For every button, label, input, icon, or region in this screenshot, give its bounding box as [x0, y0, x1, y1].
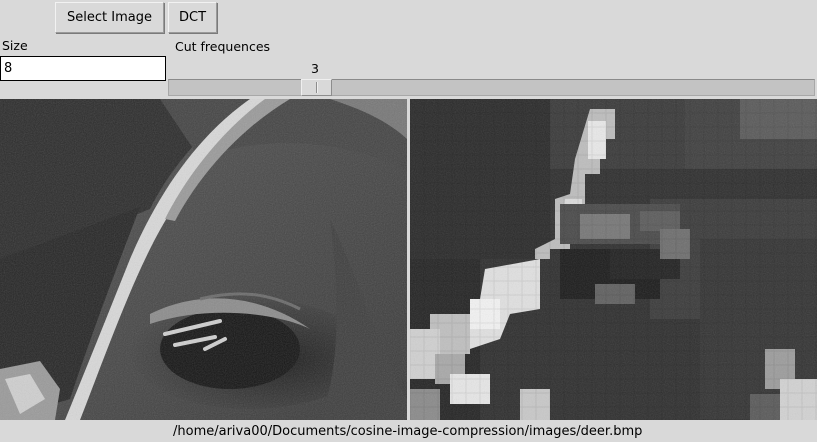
file-path-status: /home/ariva00/Documents/cosine-image-com…: [170, 422, 646, 442]
slider-handle[interactable]: [301, 79, 332, 96]
size-label: Size: [2, 38, 28, 53]
size-input[interactable]: [0, 56, 166, 81]
dct-button[interactable]: DCT: [168, 2, 217, 33]
dct-compressed-image: [410, 99, 817, 420]
cut-frequences-label: Cut frequences: [175, 39, 271, 54]
cut-frequences-slider[interactable]: [168, 79, 815, 96]
cut-frequences-value: 3: [311, 61, 319, 76]
select-image-button[interactable]: Select Image: [55, 2, 164, 33]
original-image: [0, 99, 407, 420]
